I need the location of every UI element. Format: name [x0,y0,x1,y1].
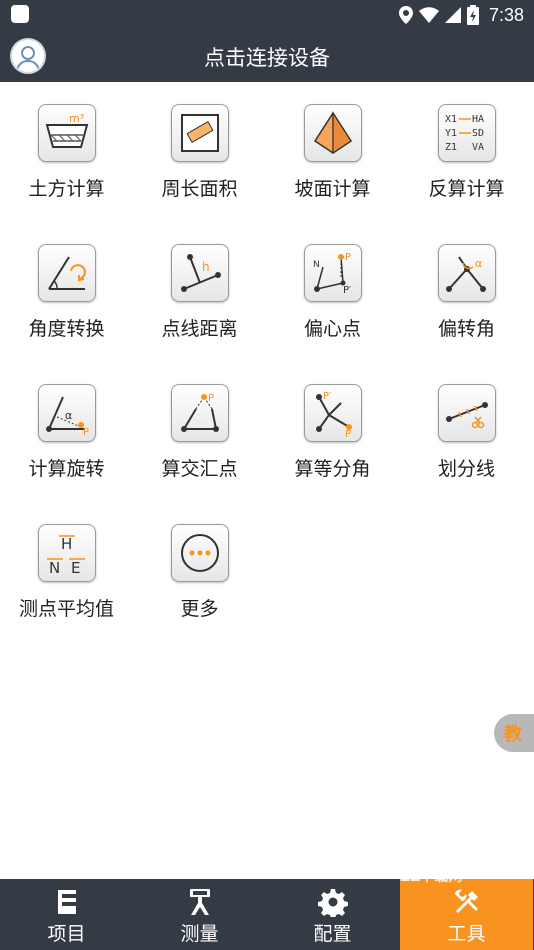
svg-text:α: α [475,257,482,270]
svg-text:P: P [83,427,89,438]
tool-inverse-calc[interactable]: X1 HA Y1 SD Z1 VA 反算计算 [400,82,533,222]
tool-label: 周长面积 [161,178,238,200]
nav-label: 配置 [313,923,352,945]
tool-label: 坡面计算 [294,178,371,200]
battery-icon [466,5,479,25]
watermark-text: ZZ下载网 [400,869,463,885]
point-line-distance-icon: h [171,244,229,302]
svg-text:HA: HA [472,114,484,125]
survey-icon [190,889,210,915]
nav-config[interactable]: 配置 [266,879,399,950]
nav-tools[interactable]: 工具 [400,879,533,950]
tool-earthwork[interactable]: m³ 土方计算 [0,82,133,222]
svg-text:E: E [71,559,80,577]
tool-label: 反算计算 [428,178,505,200]
tool-label: 偏心点 [303,318,361,340]
svg-text:P: P [208,393,214,404]
svg-text:P′: P′ [323,391,332,402]
earthwork-icon: m³ [38,104,96,162]
slope-pyramid-icon [304,104,362,162]
tool-angle-convert[interactable]: 角度转换 [0,222,133,362]
signal-icon [444,7,461,23]
svg-text:N: N [313,260,320,270]
connect-device-title[interactable]: 点击连接设备 [0,42,534,72]
tool-label: 划分线 [437,458,495,480]
tool-label: 更多 [180,598,219,620]
nav-label: 测量 [180,923,219,945]
app-header: 点击连接设备 [0,30,534,82]
nav-label: 工具 [447,923,486,945]
tool-slope[interactable]: 坡面计算 [266,82,399,222]
svg-text:Z1: Z1 [445,142,457,153]
svg-text:m³: m³ [69,112,84,125]
average-point-icon: HNE [38,524,96,582]
location-icon [398,6,413,24]
tool-label: 偏转角 [437,318,495,340]
tutorial-side-tab[interactable]: 教 [494,714,534,752]
deflection-angle-icon: α [438,244,496,302]
tool-angle-bisector[interactable]: P′ P 算等分角 [266,362,399,502]
tool-average-point[interactable]: HNE 测点平均值 [0,502,133,642]
svg-text:X1: X1 [445,114,457,125]
eccentric-point-icon: N P P′ [304,244,362,302]
notification-icon [11,5,29,23]
svg-text:SD: SD [472,128,484,139]
status-icons: 7:38 [398,3,524,27]
svg-text:h: h [202,260,210,274]
nav-project[interactable]: 项目 [0,879,133,950]
tool-perimeter-area[interactable]: 周长面积 [133,82,266,222]
status-time: 7:38 [488,4,524,25]
tool-divide-line[interactable]: 划分线 [400,362,533,502]
project-icon [58,890,76,914]
tool-deflection-angle[interactable]: α 偏转角 [400,222,533,362]
inverse-calc-icon: X1 HA Y1 SD Z1 VA [438,104,496,162]
tool-rotation-calc[interactable]: αP 计算旋转 [0,362,133,502]
tools-icon [455,889,478,913]
svg-text:VA: VA [472,142,484,153]
status-bar: 7:38 [0,0,534,30]
tutorial-tab-label: 教 [504,724,522,745]
tool-label: 算交汇点 [161,458,238,480]
svg-text:N: N [49,559,60,577]
tool-label: 点线距离 [161,318,238,340]
rotation-calc-icon: αP [38,384,96,442]
tool-eccentric-point[interactable]: N P P′ 偏心点 [266,222,399,362]
angle-bisector-icon: P′ P [304,384,362,442]
svg-text:Y1: Y1 [445,128,457,139]
svg-text:H: H [61,535,72,553]
tool-label: 测点平均值 [18,598,114,620]
angle-convert-icon [38,244,96,302]
tool-label: 土方计算 [28,178,105,200]
tool-label: 角度转换 [28,318,105,340]
intersection-icon: P [171,384,229,442]
svg-text:P: P [345,429,351,440]
divide-line-icon [438,384,496,442]
settings-gear-icon [318,889,348,917]
perimeter-area-icon [171,104,229,162]
tool-label: 算等分角 [294,458,371,480]
tool-more[interactable]: 更多 [133,502,266,642]
svg-text:α: α [65,409,72,422]
tool-label: 计算旋转 [28,458,105,480]
tool-point-line-distance[interactable]: h 点线距离 [133,222,266,362]
wifi-icon [418,7,439,23]
bottom-nav: 项目 测量 配置 工具 [0,879,534,950]
svg-text:P′: P′ [343,285,352,296]
more-icon [171,524,229,582]
svg-text:P: P [345,252,351,263]
nav-survey[interactable]: 测量 [133,879,266,950]
tool-intersection[interactable]: P 算交汇点 [133,362,266,502]
nav-label: 项目 [47,923,86,945]
